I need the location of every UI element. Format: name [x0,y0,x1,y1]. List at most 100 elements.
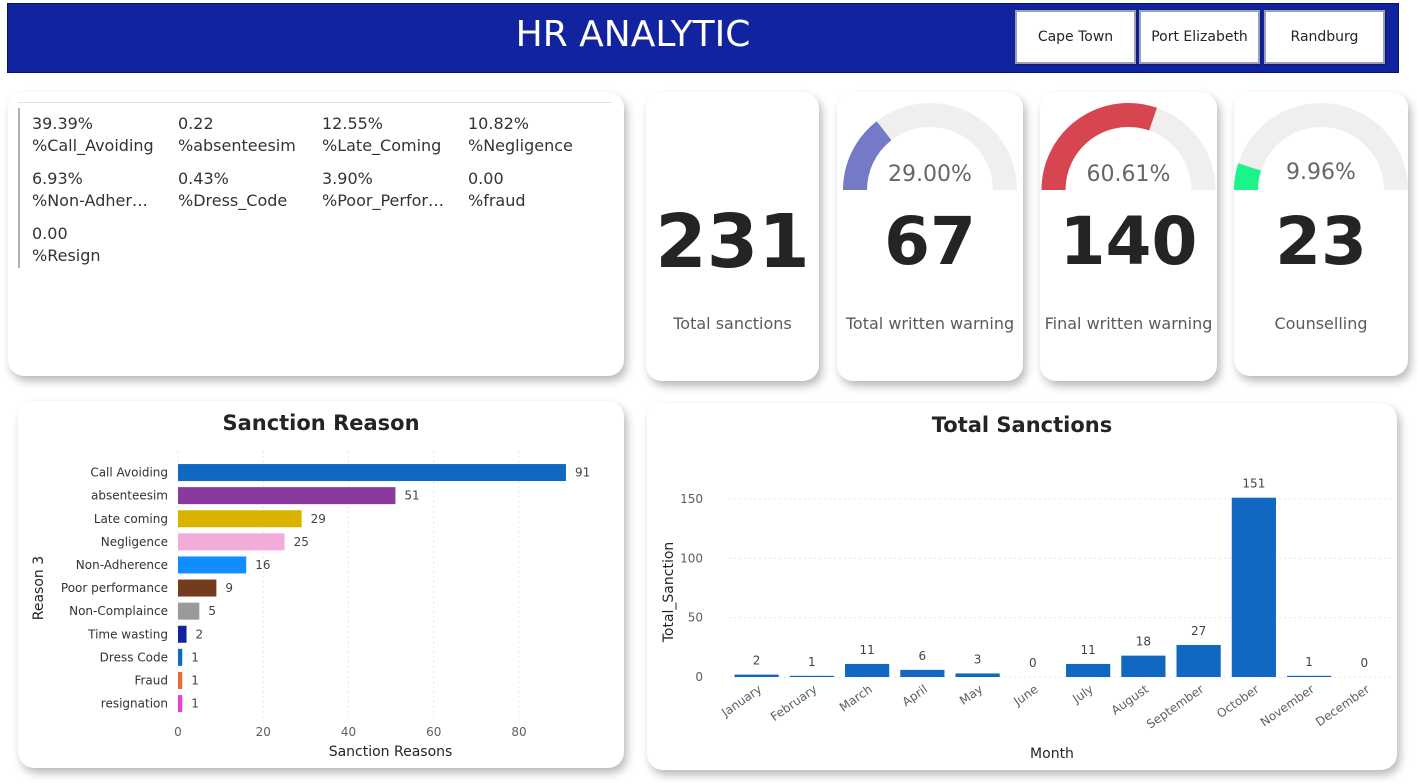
data-label: 9 [225,581,233,595]
x-category-label: July [1069,682,1096,706]
bar[interactable] [178,695,183,713]
y-category-label: Non-Adherence [76,558,168,572]
y-axis-title: Total_Sanction [661,542,677,644]
x-category-label: June [1010,682,1040,709]
x-category-label: October [1214,682,1261,721]
kpi-value: 0.00 [468,169,504,188]
kpi-item: 12.55% %Late_Coming [322,113,462,157]
data-label: 11 [1080,643,1095,657]
x-tick-label: 20 [256,725,271,739]
kpi-label: %Non-Adher… [32,191,148,210]
bar[interactable] [900,669,945,677]
total-sanctions-card: 231 Total sanctions [646,92,819,381]
x-category-label: December [1313,682,1372,729]
kpi-item: 3.90% %Poor_Perfor… [322,168,462,212]
y-axis-title: Reason 3 [31,556,47,620]
x-category-label: May [957,682,985,708]
x-category-label: August [1109,682,1152,718]
bar[interactable] [178,464,566,482]
x-tick-label: 80 [511,725,526,739]
data-label: 1 [808,655,816,669]
bar[interactable] [955,673,1000,677]
kpi-item: 0.43% %Dress_Code [178,168,318,212]
data-label: 51 [404,489,419,503]
kpi-value: 0.43% [178,169,229,188]
data-label: 25 [294,535,309,549]
bar[interactable] [1287,675,1332,677]
x-category-label: March [837,682,875,714]
bar[interactable] [178,487,396,505]
kpi-item: 10.82% %Negligence [468,113,608,157]
slicer-randburg-button[interactable]: Randburg [1264,10,1385,64]
x-axis-title: Sanction Reasons [329,744,453,760]
bar[interactable] [178,602,200,620]
counselling-card: 9.96% 23 Counselling [1234,92,1408,376]
kpi-value: 10.82% [468,114,530,133]
y-category-label: Late coming [94,512,168,526]
kpi-label: %Negligence [468,136,573,155]
data-label: 91 [575,466,590,480]
bar[interactable] [1231,497,1276,677]
bar[interactable] [178,579,217,597]
x-category-label: November [1258,682,1317,729]
y-category-label: absenteesim [91,489,168,503]
x-category-label: January [718,682,764,720]
bar[interactable] [178,533,285,551]
bar[interactable] [178,625,187,643]
data-label: 3 [974,652,982,666]
slicer-cape-town-button[interactable]: Cape Town [1015,10,1136,64]
bar[interactable] [178,671,183,689]
y-tick-label: 100 [680,551,703,565]
bar[interactable] [734,674,779,677]
total-sanctions-label: Total sanctions [673,314,792,333]
x-axis-title: Month [1030,746,1074,762]
bar[interactable] [1066,663,1111,677]
kpi-item: 0.00 %Resign [32,223,172,267]
data-label: 29 [311,512,326,526]
kpi-list: 39.39% %Call_Avoiding 0.22 %absenteesim 12… [18,108,578,268]
kpi-label: %Poor_Perfor… [322,191,444,210]
counselling-label: Counselling [1274,314,1368,333]
y-category-label: Negligence [101,535,168,549]
kpi-item: 0.22 %absenteesim [178,113,318,157]
data-label: 0 [1029,656,1037,670]
kpi-value: 0.22 [178,114,214,133]
kpi-label: %Dress_Code [178,191,288,210]
x-category-label: September [1144,682,1206,732]
kpi-item: 39.39% %Call_Avoiding [32,113,172,157]
data-label: 1 [1305,655,1313,669]
kpi-label: %Late_Coming [322,136,442,155]
total-sanctions-chart-card: Total Sanctions 0 50 100 150 2 January 1 Februa… [647,403,1397,770]
bar[interactable] [845,663,890,677]
data-label: 2 [753,654,761,668]
sanction-reason-chart-card: Sanction Reason 0 20 40 60 80 Call Avoiding 91… [18,401,624,768]
bar[interactable] [178,648,183,666]
kpi-value: 12.55% [322,114,384,133]
data-label: 27 [1191,624,1206,638]
data-label: 1 [191,673,199,687]
sanction-reason-chart: 0 20 40 60 80Call Avoiding 91absenteesim 51Lat… [31,451,590,760]
x-category-label: April [900,682,931,709]
kpi-value: 0.00 [32,224,68,243]
y-category-label: Dress Code [100,650,168,664]
y-tick-label: 0 [695,670,703,684]
kpi-item: 6.93% %Non-Adher… [32,168,172,212]
bar[interactable] [178,510,302,528]
bar[interactable] [789,675,834,677]
written-warning-value: 67 [884,203,976,280]
data-label: 5 [208,604,216,618]
x-category-label: February [768,682,820,724]
slicer-port-elizabeth-button[interactable]: Port Elizabeth [1139,10,1260,64]
kpi-value: 6.93% [32,169,83,188]
bar[interactable] [1121,655,1166,677]
counselling-percent: 9.96% [1286,160,1356,185]
y-category-label: resignation [101,697,168,711]
x-tick-label: 0 [174,725,182,739]
kpi-label: %fraud [468,191,526,210]
bar[interactable] [1176,644,1221,677]
data-label: 151 [1242,477,1265,491]
y-category-label: Time wasting [87,627,168,641]
bar[interactable] [178,556,247,574]
data-label: 0 [1361,656,1369,670]
written-warning-card: 29.00% 67 Total written warning [837,92,1023,381]
